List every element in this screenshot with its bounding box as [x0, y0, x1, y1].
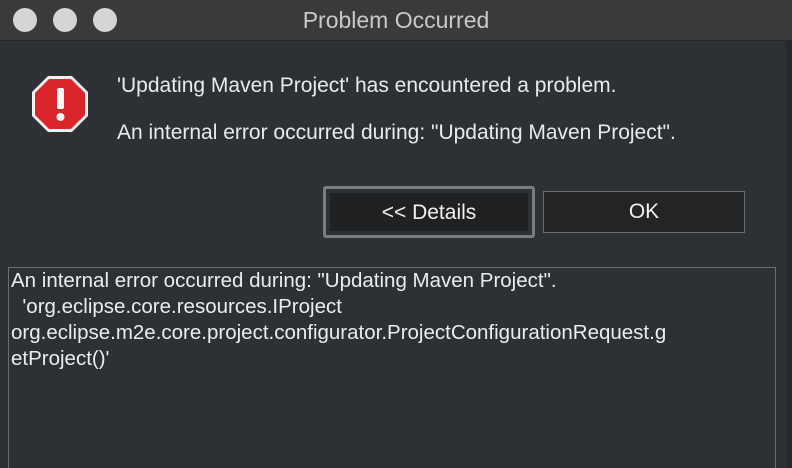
details-text-area[interactable]: An internal error occurred during: "Upda… — [8, 267, 776, 468]
details-button[interactable]: << Details — [323, 186, 535, 238]
title-bar[interactable]: Problem Occurred — [0, 0, 792, 41]
ok-button[interactable]: OK — [543, 191, 745, 233]
details-line: An internal error occurred during: "Upda… — [11, 269, 557, 292]
window-edge — [786, 40, 792, 468]
details-line: org.eclipse.m2e.core.project.configurato… — [11, 321, 667, 344]
details-line: 'org.eclipse.core.resources.IProject — [11, 295, 342, 318]
details-line: etProject()' — [11, 347, 110, 370]
error-octagon-icon — [32, 76, 88, 132]
window-title: Problem Occurred — [302, 7, 490, 33]
error-summary: An internal error occurred during: "Upda… — [117, 121, 676, 144]
problem-message: 'Updating Maven Project' has encountered… — [117, 74, 617, 97]
problem-dialog: Problem Occurred 'Updating Maven Project… — [0, 0, 792, 468]
